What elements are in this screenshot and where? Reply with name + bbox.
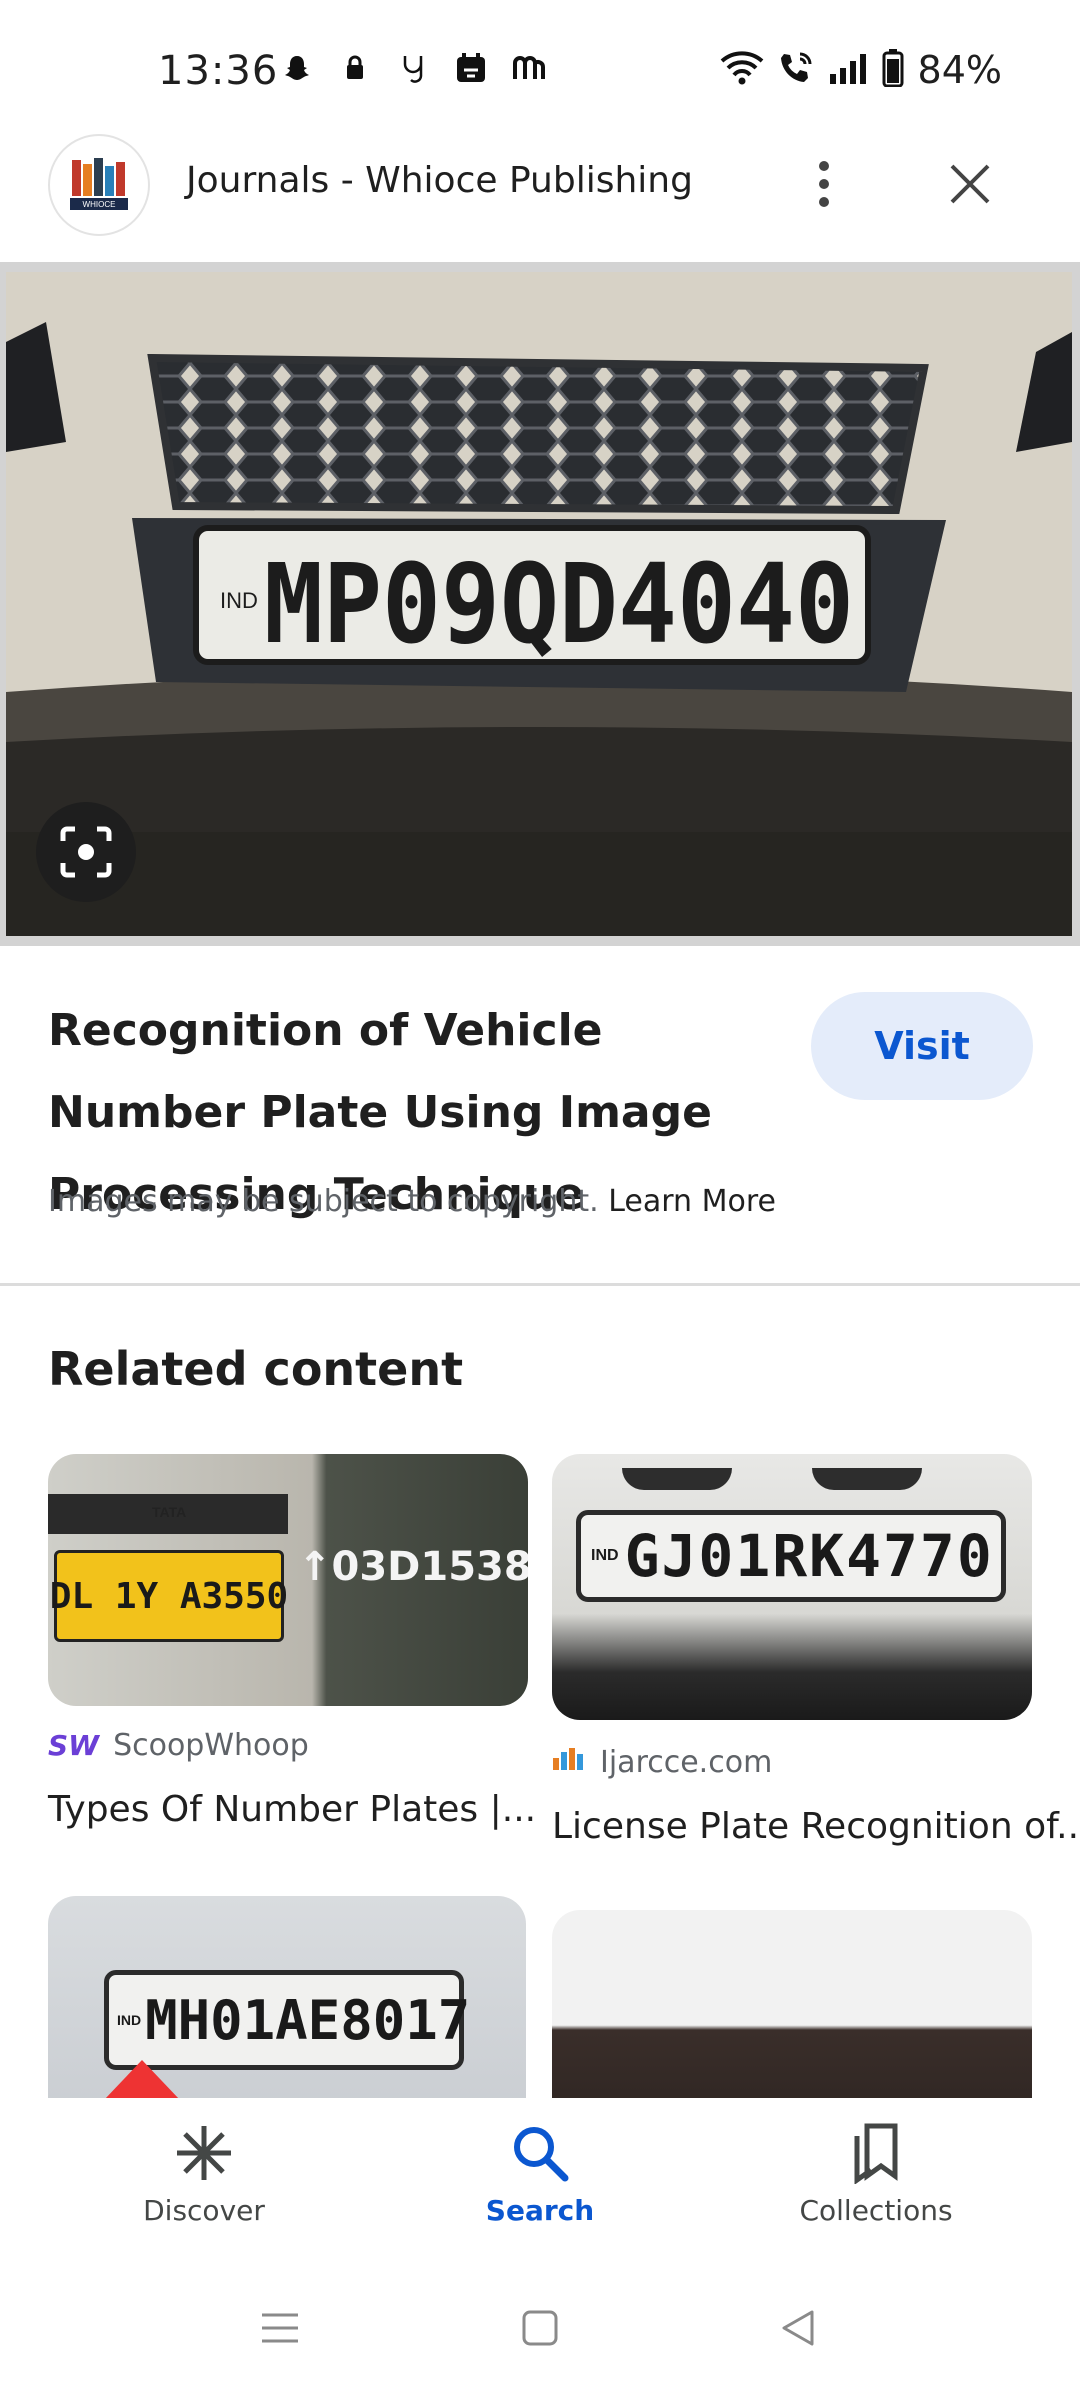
related-card-source: Ijarcce.com	[552, 1744, 1032, 1780]
lock-notification-icon	[338, 50, 372, 86]
result-header: WHIOCE Journals - Whioce Publishing	[0, 132, 1080, 262]
related-card-image[interactable]: TATA DL 1Y A3550 ↑03D153874w	[48, 1454, 528, 1706]
nav-discover[interactable]: Discover	[104, 2122, 304, 2227]
nav-collections[interactable]: Collections	[776, 2122, 976, 2227]
visit-button[interactable]: Visit	[811, 992, 1033, 1100]
calendar-app-icon	[454, 50, 488, 86]
system-navigation-bar	[0, 2258, 1080, 2400]
lens-search-button[interactable]	[36, 802, 136, 902]
bookmarks-icon	[854, 2123, 898, 2184]
related-content-heading: Related content	[48, 1342, 464, 1396]
image-text: DL 1Y A3550	[49, 1575, 289, 1617]
site-title[interactable]: Journals - Whioce Publishing	[186, 160, 693, 201]
site-logo[interactable]: WHIOCE	[48, 134, 150, 236]
image-text: GJ01RK4770	[624, 1522, 994, 1590]
ijarcce-logo-icon	[552, 1744, 586, 1780]
status-bar: 13:36 84%	[0, 0, 1080, 140]
bottom-navigation: Discover Search Collections	[0, 2098, 1080, 2258]
nav-label-discover: Discover	[143, 2194, 265, 2227]
copyright-notice: Images may be subject to copyright. Lear…	[48, 1184, 776, 1219]
search-icon	[514, 2127, 569, 2182]
battery-percent: 84%	[917, 48, 1002, 92]
home-button[interactable]	[510, 2298, 570, 2358]
asterisk-icon	[177, 2126, 231, 2180]
home-square-icon	[522, 2310, 558, 2346]
source-name: ScoopWhoop	[113, 1728, 309, 1763]
nav-label-collections: Collections	[799, 2194, 953, 2227]
learn-more-link[interactable]: Learn More	[608, 1184, 776, 1219]
image-text: IND	[117, 2012, 142, 2028]
image-text: TATA	[152, 1504, 187, 1520]
image-text: IND	[591, 1547, 619, 1564]
result-image-frame: IND MP09QD4040	[0, 262, 1080, 946]
image-text: ↑03D153874w	[298, 1544, 528, 1590]
related-card[interactable]	[552, 1910, 1032, 2098]
wifi-call-icon	[778, 51, 814, 89]
nav-label-search: Search	[485, 2194, 595, 2227]
result-image[interactable]: IND MP09QD4040	[6, 272, 1072, 936]
nav-search[interactable]: Search	[440, 2122, 640, 2227]
related-card-image[interactable]: IND MH01AE8017	[48, 1896, 526, 2098]
svg-text:MP09QD4040: MP09QD4040	[264, 540, 854, 668]
related-card-title[interactable]: Types Of Number Plates |...	[48, 1789, 536, 1830]
recent-apps-button[interactable]	[250, 2298, 310, 2358]
notification-icons	[280, 50, 546, 86]
related-card[interactable]: TATA DL 1Y A3550 ↑03D153874w SW ScoopWho…	[48, 1454, 536, 1830]
signal-icon	[828, 52, 868, 88]
more-options-button[interactable]	[800, 152, 848, 216]
menu-icon	[262, 2313, 298, 2343]
battery-icon	[882, 49, 904, 91]
related-card-source: SW ScoopWhoop	[48, 1728, 528, 1763]
snapchat-icon	[280, 50, 314, 86]
related-card-title[interactable]: License Plate Recognition of...	[552, 1806, 1080, 1847]
back-triangle-icon	[782, 2310, 814, 2346]
lens-icon	[60, 826, 112, 878]
more-vert-icon	[819, 161, 829, 207]
close-icon	[950, 164, 990, 204]
wifi-icon	[720, 51, 764, 89]
image-text: MH01AE8017	[145, 1988, 471, 2052]
svg-text:IND: IND	[220, 588, 258, 613]
back-button[interactable]	[768, 2298, 828, 2358]
source-name: Ijarcce.com	[600, 1744, 773, 1780]
related-card[interactable]: IND GJ01RK4770 Ijarcce.com License Plate…	[552, 1454, 1080, 1847]
copyright-text: Images may be subject to copyright.	[48, 1184, 599, 1219]
system-status-icons: 84%	[720, 48, 1002, 92]
svg-text:WHIOCE: WHIOCE	[83, 200, 116, 209]
status-time: 13:36	[158, 48, 279, 94]
related-card-image[interactable]	[552, 1910, 1032, 2098]
scoopwhoop-logo-icon: SW	[48, 1729, 100, 1762]
m-app-icon	[512, 50, 546, 86]
related-card[interactable]: IND MH01AE8017	[48, 1896, 526, 2098]
close-button[interactable]	[930, 152, 1010, 216]
divider	[0, 1283, 1080, 1286]
related-card-image[interactable]: IND GJ01RK4770	[552, 1454, 1032, 1720]
y-app-icon	[396, 50, 430, 86]
